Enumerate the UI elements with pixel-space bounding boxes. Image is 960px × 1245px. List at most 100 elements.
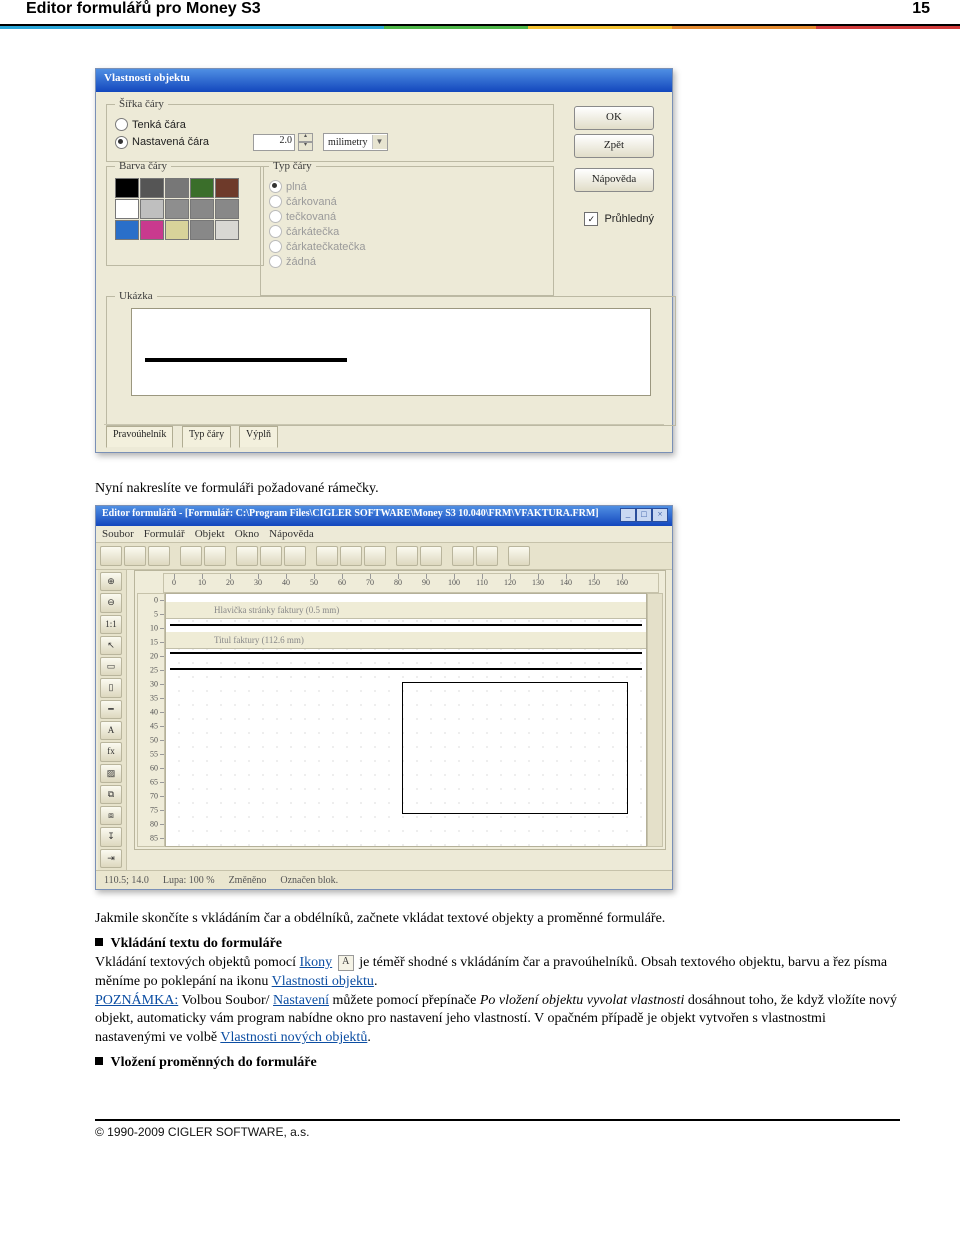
radio-set-line[interactable]: Nastavená čára 2.0 ▴▾ milimetry ▼	[115, 133, 545, 151]
zone1-icon[interactable]: ⧉	[100, 785, 122, 804]
width-value-input[interactable]: 2.0	[253, 134, 295, 151]
line-bold-icon[interactable]: ━	[100, 700, 122, 719]
color-swatch[interactable]	[140, 220, 164, 240]
ok-button[interactable]: OK	[574, 106, 654, 130]
sample-canvas	[131, 308, 651, 396]
image-icon[interactable]: ▨	[100, 764, 122, 783]
help-icon[interactable]	[508, 546, 530, 566]
page-header: Editor formulářů pro Money S3 15	[0, 0, 960, 38]
checkbox-transparent[interactable]: ✓ Průhledný	[584, 212, 654, 226]
group-sample: Ukázka	[106, 290, 676, 426]
close-icon[interactable]: ×	[652, 508, 668, 522]
link-vlastnosti-objektu[interactable]: Vlastnosti objektu	[272, 974, 374, 989]
text-tool-icon: A	[338, 955, 354, 971]
link-nastaveni[interactable]: Nastavení	[273, 993, 329, 1008]
radio-line-type: čárkatečkatečka	[269, 240, 545, 253]
heading-insert-vars: Vložení proměnných do formuláře	[111, 1055, 317, 1070]
grid-icon[interactable]	[396, 546, 418, 566]
undo-icon[interactable]	[452, 546, 474, 566]
radio-line-type: čárkovaná	[269, 195, 545, 208]
radio-line-type: čárkátečka	[269, 225, 545, 238]
maximize-icon[interactable]: □	[636, 508, 652, 522]
color-swatch[interactable]	[190, 178, 214, 198]
save-icon[interactable]	[148, 546, 170, 566]
color-swatch[interactable]	[165, 199, 189, 219]
section-header-1: Hlavička stránky faktury (0.5 mm)	[166, 602, 646, 619]
color-swatch[interactable]	[190, 199, 214, 219]
editor-title: Editor formulářů - [Formulář: C:\Program…	[96, 506, 672, 526]
zoom-out-icon[interactable]: ⊖	[100, 593, 122, 612]
color-swatch[interactable]	[165, 220, 189, 240]
note-label: POZNÁMKA:	[95, 993, 178, 1008]
canvas[interactable]: Hlavička stránky faktury (0.5 mm) Titul …	[165, 593, 647, 847]
doc-title: Editor formulářů pro Money S3	[26, 0, 261, 18]
zone2-icon[interactable]: ⧈	[100, 806, 122, 825]
ruler-horizontal: 0102030405060708090100110120130140150160	[163, 573, 659, 593]
paragraph-after-dlg1: Nyní nakreslíte ve formuláři požadované …	[95, 481, 900, 497]
rect-icon[interactable]: ▭	[100, 657, 122, 676]
tab-rectangle[interactable]: Pravoúhelník	[106, 426, 173, 448]
cut-icon[interactable]	[236, 546, 258, 566]
radio-set-label: Nastavená čára	[132, 136, 209, 148]
canvas-area: 0102030405060708090100110120130140150160…	[134, 570, 666, 850]
color-swatch[interactable]	[140, 199, 164, 219]
scrollbar-vertical[interactable]	[647, 593, 663, 847]
align-c-icon[interactable]	[340, 546, 362, 566]
color-swatch[interactable]	[115, 199, 139, 219]
radio-thin-line[interactable]: Tenká čára	[115, 118, 545, 131]
dialog-title: Vlastnosti objektu	[96, 69, 672, 92]
chevron-down-icon: ▼	[372, 135, 387, 149]
paste-icon[interactable]	[284, 546, 306, 566]
menu-item[interactable]: Nápověda	[269, 528, 314, 540]
width-unit-combo[interactable]: milimetry ▼	[323, 133, 387, 151]
check-icon: ✓	[584, 212, 598, 226]
align-side-icon[interactable]: ⇥	[100, 849, 122, 868]
color-swatch[interactable]	[190, 220, 214, 240]
status-block: Označen blok.	[280, 875, 338, 886]
minimize-icon[interactable]: _	[620, 508, 636, 522]
tab-fill[interactable]: Výplň	[239, 426, 278, 448]
align-l-icon[interactable]	[316, 546, 338, 566]
group-line-color: Barva čáry	[106, 160, 264, 266]
color-swatch[interactable]	[165, 178, 189, 198]
color-swatch[interactable]	[115, 178, 139, 198]
back-button[interactable]: Zpět	[574, 134, 654, 158]
copy-icon[interactable]	[260, 546, 282, 566]
link-ikony[interactable]: Ikony	[300, 955, 333, 970]
print-icon[interactable]	[180, 546, 202, 566]
help-button[interactable]: Nápověda	[574, 168, 654, 192]
snap-icon[interactable]	[420, 546, 442, 566]
pointer-icon[interactable]: ↖	[100, 636, 122, 655]
status-changed: Změněno	[229, 875, 267, 886]
zoom-in-icon[interactable]: ⊕	[100, 572, 122, 591]
new-icon[interactable]	[100, 546, 122, 566]
preview-icon[interactable]	[204, 546, 226, 566]
paragraph-1: Jakmile skončíte s vkládáním čar a obdél…	[95, 910, 900, 929]
menu-item[interactable]: Okno	[235, 528, 259, 540]
width-spinner[interactable]: ▴▾	[298, 133, 313, 151]
color-swatch[interactable]	[215, 199, 239, 219]
align-bottom-icon[interactable]: ↧	[100, 827, 122, 846]
tab-linetype[interactable]: Typ čáry	[182, 426, 231, 448]
menubar: Soubor Formulář Objekt Okno Nápověda	[96, 526, 672, 543]
zoom-11-icon[interactable]: 1:1	[100, 615, 122, 634]
menu-item[interactable]: Objekt	[195, 528, 225, 540]
link-vlastnosti-novych-objektu[interactable]: Vlastnosti nových objektů	[220, 1030, 367, 1045]
color-swatch[interactable]	[140, 178, 164, 198]
text-icon[interactable]: A	[100, 721, 122, 740]
group-line-type-label: Typ čáry	[269, 160, 316, 172]
color-swatch[interactable]	[215, 178, 239, 198]
align-r-icon[interactable]	[364, 546, 386, 566]
fx-icon[interactable]: fx	[100, 742, 122, 761]
statusbar: 110.5; 14.0 Lupa: 100 % Změněno Označen …	[96, 870, 672, 889]
rect-empty-icon[interactable]: ▯	[100, 678, 122, 697]
group-sample-label: Ukázka	[115, 290, 157, 302]
color-swatch[interactable]	[215, 220, 239, 240]
menu-item[interactable]: Soubor	[102, 528, 134, 540]
color-swatch[interactable]	[115, 220, 139, 240]
status-zoom: Lupa: 100 %	[163, 875, 215, 886]
open-icon[interactable]	[124, 546, 146, 566]
redo-icon[interactable]	[476, 546, 498, 566]
menu-item[interactable]: Formulář	[144, 528, 185, 540]
dialog-object-properties: Vlastnosti objektu Šířka čáry Tenká čára…	[95, 68, 673, 453]
